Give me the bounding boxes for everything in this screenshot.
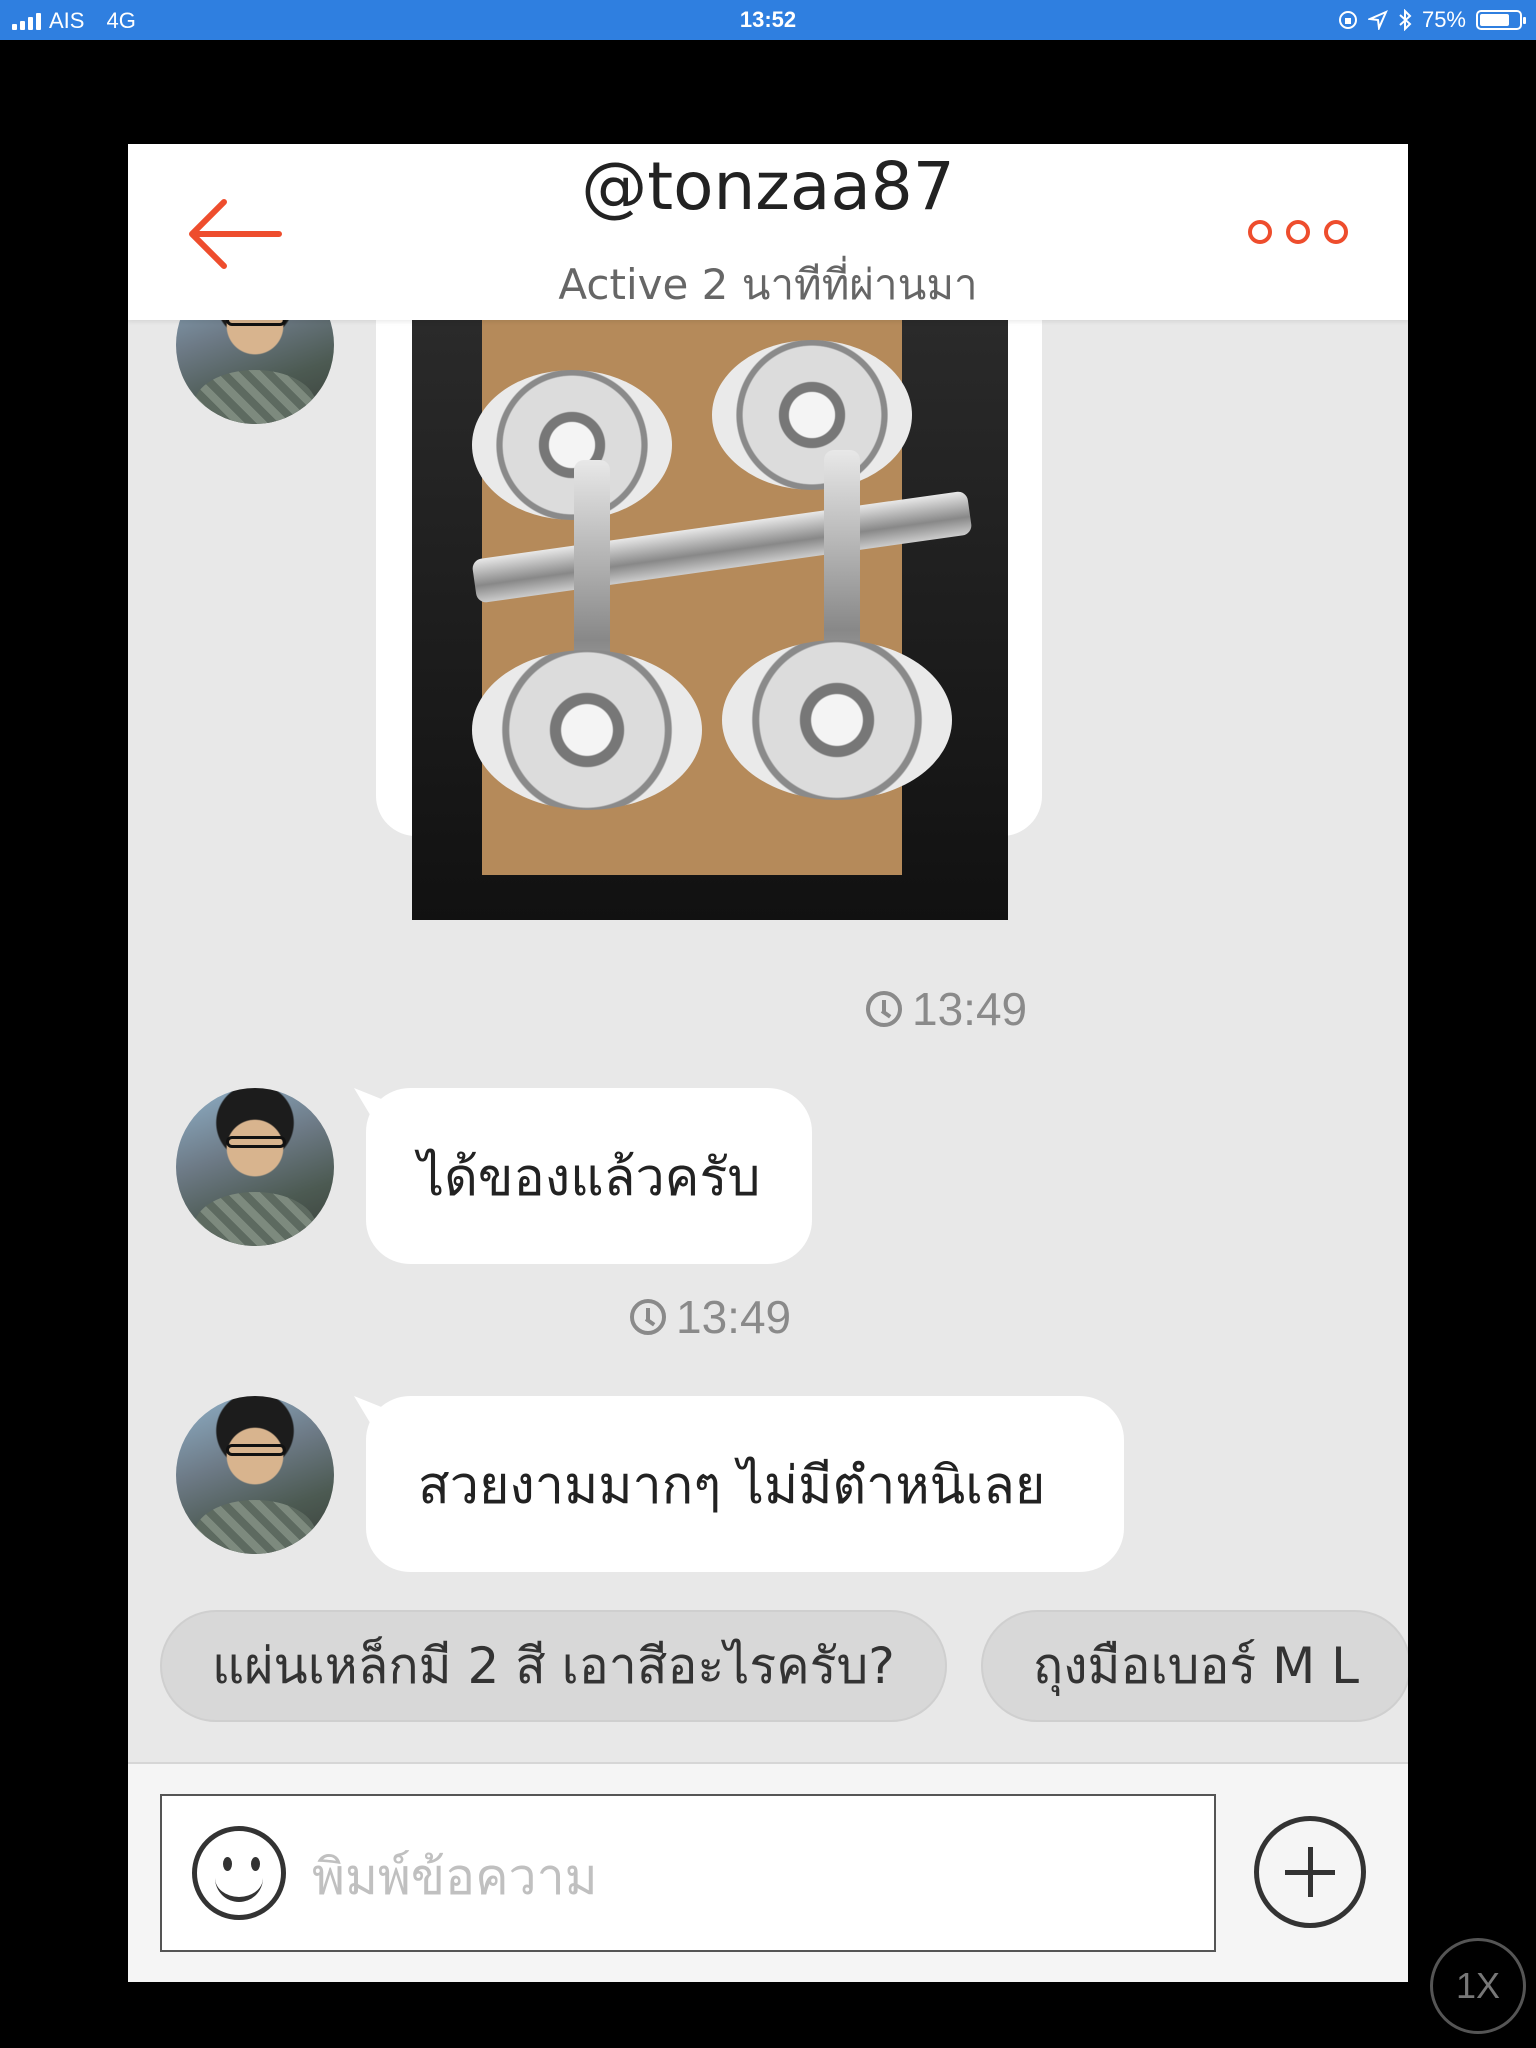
dot-icon — [1324, 220, 1348, 244]
dot-icon — [1286, 220, 1310, 244]
message-input-box[interactable] — [160, 1794, 1216, 1952]
message-input[interactable] — [310, 1826, 1194, 1928]
clock-icon — [866, 991, 902, 1027]
message-timestamp: 13:49 — [630, 1290, 791, 1344]
message-text: ได้ของแล้วครับ — [418, 1147, 761, 1208]
text-message-bubble[interactable]: สวยงามมากๆ ไม่มีตำหนิเลย — [366, 1396, 1124, 1572]
dot-icon — [1248, 220, 1272, 244]
bluetooth-icon — [1399, 9, 1412, 31]
avatar[interactable] — [176, 1088, 334, 1246]
message-text: สวยงามมากๆ ไม่มีตำหนิเลย — [418, 1455, 1046, 1516]
status-bar: AIS 4G 13:52 75% — [0, 0, 1536, 40]
dumbbell-photo[interactable] — [412, 320, 1008, 920]
location-icon — [1367, 10, 1388, 30]
battery-fill — [1480, 14, 1509, 26]
battery-icon — [1476, 10, 1526, 30]
chat-username: @tonzaa87 — [581, 148, 955, 225]
quick-reply-chip[interactable]: ถุงมือเบอร์ M L — [980, 1610, 1408, 1722]
emoji-icon[interactable] — [192, 1826, 286, 1920]
add-attachment-button[interactable] — [1254, 1816, 1366, 1928]
message-timestamp: 13:49 — [866, 982, 1027, 1036]
active-status: Active 2 นาทีที่ผ่านมา — [558, 260, 978, 309]
chat-header: @tonzaa87 Active 2 นาทีที่ผ่านมา — [128, 144, 1408, 320]
more-options-button[interactable] — [1248, 220, 1358, 260]
status-bar-right: 75% — [1338, 7, 1526, 33]
rotation-lock-icon — [1338, 11, 1357, 29]
playback-speed-button[interactable]: 1X — [1430, 1938, 1526, 2034]
avatar[interactable] — [176, 1396, 334, 1554]
quick-reply-list: แผ่นเหล็กมี 2 สี เอาสีอะไรครับ? ถุงมือเบ… — [160, 1610, 1408, 1722]
chat-window: @tonzaa87 Active 2 นาทีที่ผ่านมา 13:49 ไ… — [128, 144, 1408, 1982]
clock-icon — [630, 1299, 666, 1335]
battery-percent: 75% — [1421, 7, 1466, 32]
message-composer — [128, 1762, 1408, 1982]
quick-reply-chip[interactable]: แผ่นเหล็กมี 2 สี เอาสีอะไรครับ? — [160, 1610, 947, 1722]
status-time: 13:52 — [739, 7, 797, 32]
text-message-bubble[interactable]: ได้ของแล้วครับ — [366, 1088, 812, 1264]
